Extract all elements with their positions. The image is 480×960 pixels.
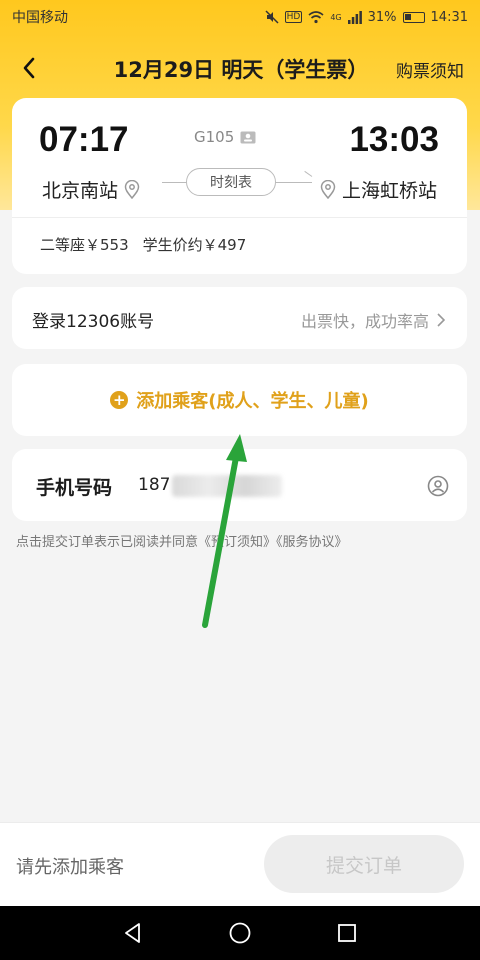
bottom-action-bar: 请先添加乘客 提交订单 — [0, 822, 480, 906]
annotation-arrow — [202, 434, 247, 628]
bottom-hint: 请先添加乘客 — [16, 857, 124, 878]
submit-order-button[interactable]: 提交订单 — [264, 835, 464, 893]
recent-apps-square-icon[interactable] — [335, 921, 359, 945]
system-navigation-bar — [0, 906, 480, 960]
home-circle-icon[interactable] — [228, 921, 252, 945]
back-triangle-icon[interactable] — [121, 921, 145, 945]
